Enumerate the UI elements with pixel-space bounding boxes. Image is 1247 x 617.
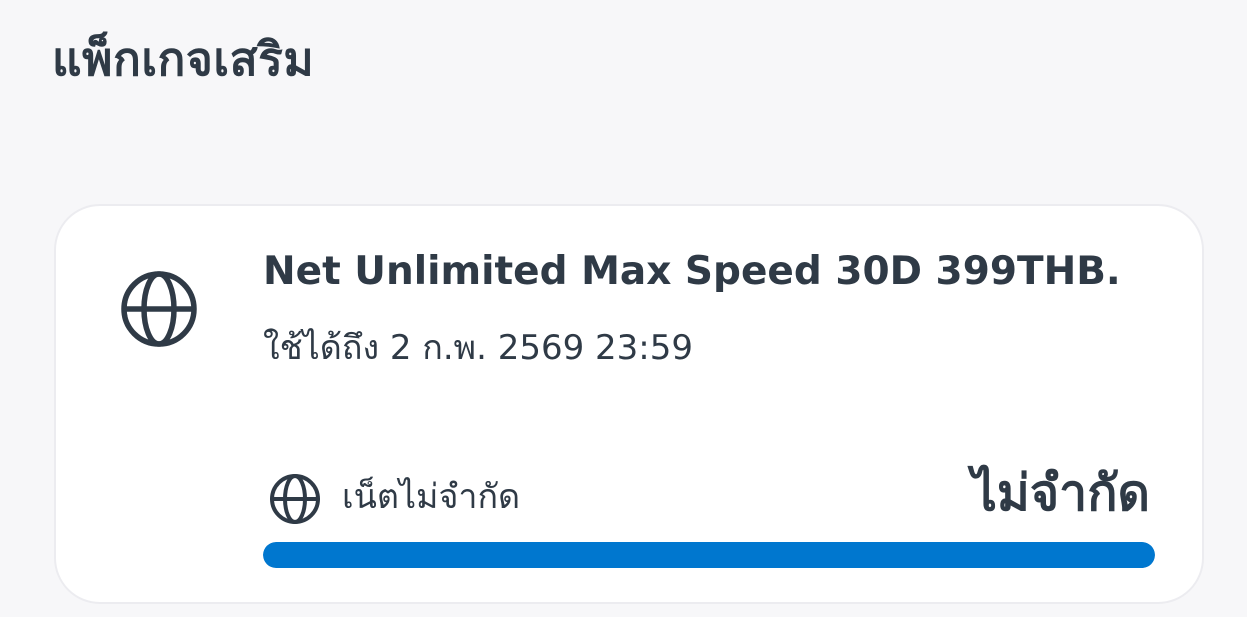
quota-progress-bar — [263, 542, 1155, 568]
package-expiry: ใช้ได้ถึง 2 ก.พ. 2569 23:59 — [263, 328, 694, 368]
package-card[interactable]: Net Unlimited Max Speed 30D 399THB. ใช้ไ… — [54, 204, 1204, 604]
quota-progress-fill — [263, 542, 1155, 568]
globe-icon — [270, 474, 320, 524]
package-name: Net Unlimited Max Speed 30D 399THB. — [263, 249, 1121, 294]
quota-value: ไม่จำกัด — [971, 464, 1150, 522]
section-title: แพ็กเกจเสริม — [52, 32, 315, 86]
globe-icon — [121, 271, 197, 347]
quota-label: เน็ตไม่จำกัด — [342, 477, 521, 517]
addon-packages-page: แพ็กเกจเสริม Net Unlimited Max Speed 30D… — [0, 0, 1247, 617]
